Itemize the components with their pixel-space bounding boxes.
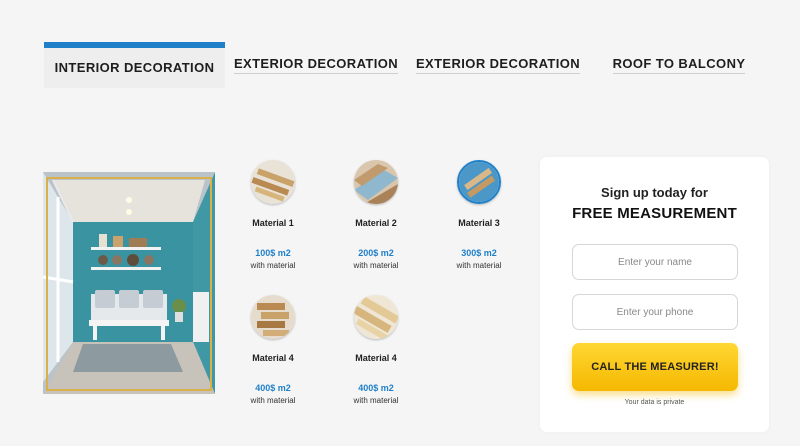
material-5-swatch [354,295,398,339]
name-input[interactable] [572,244,738,280]
decoration-tabs: INTERIOR DECORATION EXTERIOR DECORATION … [44,42,764,88]
tab-exterior-decoration-2[interactable]: EXTERIOR DECORATION [414,42,582,88]
material-2-swatch [354,160,398,204]
material-price: 400$ m2 [255,383,291,393]
phone-input[interactable] [572,294,738,330]
material-price: 100$ m2 [255,248,291,258]
form-title-line1: Sign up today for [601,185,708,200]
material-name: Material 4 [355,353,397,363]
materials-grid: Material 1 100$ m2 with material Materia… [236,160,536,410]
material-card[interactable]: Material 3 300$ m2 with material [442,160,516,270]
privacy-note: Your data is private [624,399,685,406]
material-card[interactable]: Material 1 100$ m2 with material [236,160,310,270]
material-note: with material [250,261,296,270]
material-note: with material [250,396,296,405]
material-name: Material 1 [252,218,294,228]
tab-label: ROOF TO BALCONY [612,56,746,74]
material-name: Material 2 [355,218,397,228]
material-price: 400$ m2 [358,383,394,393]
material-note: with material [353,396,399,405]
material-1-swatch [251,160,295,204]
tab-roof-to-balcony[interactable]: ROOF TO BALCONY [604,42,754,88]
form-title-line2: FREE MEASUREMENT [572,205,737,222]
balcony-interior-image [43,172,215,394]
material-note: with material [456,261,502,270]
tab-label: EXTERIOR DECORATION [233,56,399,74]
signup-form: Sign up today for FREE MEASUREMENT CALL … [540,157,769,432]
tab-interior-decoration[interactable]: INTERIOR DECORATION [44,42,225,88]
tab-label: INTERIOR DECORATION [54,59,215,75]
material-name: Material 3 [458,218,500,228]
call-measurer-button[interactable]: CALL THE MEASURER! [572,343,738,391]
material-card[interactable]: Material 4 400$ m2 with material [236,295,310,405]
material-3-swatch [457,160,501,204]
tab-exterior-decoration[interactable]: EXTERIOR DECORATION [232,42,400,88]
tab-label: EXTERIOR DECORATION [415,56,581,74]
material-name: Material 4 [252,353,294,363]
material-price: 200$ m2 [358,248,394,258]
material-price: 300$ m2 [461,248,497,258]
material-note: with material [353,261,399,270]
material-card[interactable]: Material 2 200$ m2 with material [339,160,413,270]
material-4-swatch [251,295,295,339]
material-card[interactable]: Material 4 400$ m2 with material [339,295,413,405]
